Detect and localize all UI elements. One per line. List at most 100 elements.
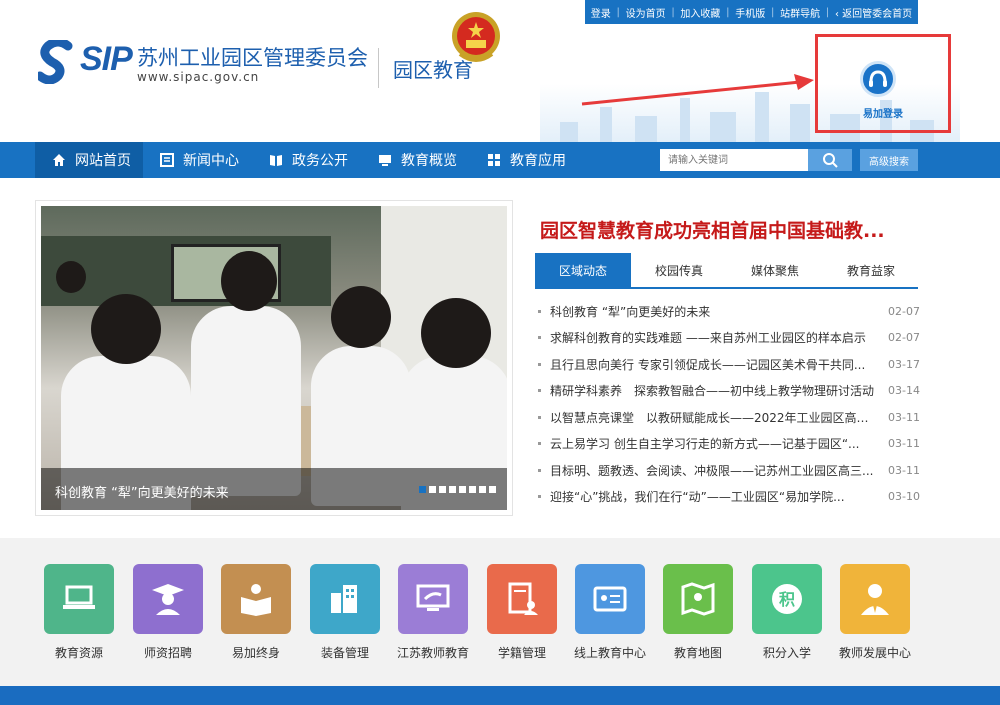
app-label: 教师发展中心: [838, 646, 911, 660]
tab-media[interactable]: 媒体聚焦: [727, 253, 823, 287]
nav-label: 教育概览: [401, 153, 457, 169]
news-title: 科创教育 “犁”向更美好的未来: [550, 304, 711, 319]
bullet: [538, 468, 541, 472]
news-title: 精研学科素养 探索教智融合——初中线上教学物理研讨活动: [550, 384, 875, 399]
nav-item-news[interactable]: 新闻中心: [160, 142, 239, 178]
news-item[interactable]: 且行且思向美行 专家引领促成长——记园区美术骨干共同... 03-17: [538, 351, 920, 378]
app-label: 装备管理: [320, 646, 369, 660]
app-tile: [840, 564, 910, 634]
red-arrow-annotation: [581, 74, 814, 106]
points-icon: 积: [772, 584, 802, 614]
news-item[interactable]: 以智慧点亮课堂 以教研赋能成长——2022年工业园区高中... 03-11: [538, 404, 920, 431]
news-title: 以智慧点亮课堂 以教研赋能成长——2022年工业园区高中...: [550, 410, 876, 425]
app-label: 学籍管理: [497, 646, 546, 660]
nav-label: 政务公开: [292, 153, 348, 169]
slide-dot[interactable]: [449, 486, 456, 493]
footer-band: [0, 686, 1000, 705]
news-date: 03-10: [888, 490, 920, 504]
news-icon: [160, 153, 174, 167]
separator: |: [825, 6, 830, 18]
news-title: 目标明、题教透、会阅读、冲极限——记苏州工业园区高三...: [550, 463, 874, 478]
app-label: 师资招聘: [143, 646, 192, 660]
app-teacher-development-center[interactable]: 教师发展中心: [839, 564, 911, 661]
reader-icon: [241, 584, 271, 616]
apps-icon: [488, 154, 500, 166]
separator: |: [671, 6, 675, 18]
app-education-resources[interactable]: 教育资源: [43, 564, 115, 661]
app-education-map[interactable]: 教育地图: [662, 564, 734, 661]
slide-dot[interactable]: [469, 486, 476, 493]
news-item[interactable]: 科创教育 “犁”向更美好的未来 02-07: [538, 298, 920, 325]
slide-dot[interactable]: [439, 486, 446, 493]
slide-dot[interactable]: [419, 486, 426, 493]
news-date: 03-14: [888, 384, 920, 398]
slide-dot[interactable]: [489, 486, 496, 493]
bullet: [538, 336, 541, 340]
user-icon: [860, 61, 896, 97]
set-homepage-link[interactable]: 设为首页: [626, 5, 666, 20]
mobile-link[interactable]: 手机版: [735, 5, 765, 20]
app-lifelong-learning[interactable]: 易加终身: [220, 564, 292, 661]
login-label: 易加登录: [863, 109, 903, 120]
advanced-search-button[interactable]: 高级搜索: [860, 149, 918, 171]
bullet: [538, 309, 541, 313]
news-item[interactable]: 目标明、题教透、会阅读、冲极限——记苏州工业园区高三... 03-11: [538, 457, 920, 484]
site-name: 苏州工业园区管理委员会: [137, 46, 368, 70]
app-online-education-center[interactable]: 线上教育中心: [574, 564, 646, 661]
nav-label: 教育应用: [510, 153, 566, 169]
slide-dot[interactable]: [479, 486, 486, 493]
app-points-enrollment[interactable]: 积 积分入学: [751, 564, 823, 661]
app-tile: [44, 564, 114, 634]
app-tile: [487, 564, 557, 634]
nav-item-home[interactable]: 网站首页: [35, 142, 143, 178]
nav-item-apps[interactable]: 教育应用: [487, 142, 566, 178]
site-nav-link[interactable]: 站群导航: [780, 5, 820, 20]
app-label: 江苏教师教育: [396, 646, 469, 660]
app-label: 教育地图: [673, 646, 722, 660]
news-slider: 科创教育 “犁”向更美好的未来: [35, 200, 513, 516]
news-date: 03-11: [888, 463, 920, 477]
nav-item-gov-affairs[interactable]: 政务公开: [269, 142, 348, 178]
app-student-records[interactable]: 学籍管理: [486, 564, 558, 661]
tab-regional[interactable]: 区域动态: [535, 253, 631, 287]
news-title: 求解科创教育的实践难题 ——来自苏州工业园区的样本启示: [550, 331, 866, 346]
app-teacher-recruitment[interactable]: 师资招聘: [132, 564, 204, 661]
app-jiangsu-teacher-education[interactable]: 江苏教师教育: [397, 564, 469, 661]
site-url: www.sipac.gov.cn: [137, 70, 260, 84]
news-item[interactable]: 精研学科素养 探索教智融合——初中线上教学物理研讨活动 03-14: [538, 378, 920, 405]
book-icon: [270, 155, 282, 166]
add-favorite-link[interactable]: 加入收藏: [680, 5, 720, 20]
document-user-icon: [508, 582, 538, 615]
news-date: 02-07: [888, 304, 920, 318]
app-label: 积分入学: [762, 646, 811, 660]
news-title: 云上易学习 创生自主学习行走的新方式——记基于园区“...: [550, 437, 860, 452]
slide-dot[interactable]: [429, 486, 436, 493]
login-button[interactable]: 易加登录: [815, 34, 951, 133]
slide-caption[interactable]: 科创教育 “犁”向更美好的未来: [55, 482, 229, 501]
nav-item-overview[interactable]: 教育概览: [378, 142, 457, 178]
news-date: 02-07: [888, 331, 920, 345]
app-label: 教育资源: [54, 646, 103, 660]
app-tile: [221, 564, 291, 634]
section-title: 园区教育: [393, 58, 473, 82]
headline-link[interactable]: 园区智慧教育成功亮相首届中国基础教...: [540, 216, 920, 243]
slide-dot[interactable]: [459, 486, 466, 493]
bullet: [538, 389, 541, 393]
slide-photo[interactable]: [41, 206, 507, 510]
search-button[interactable]: [808, 149, 852, 171]
news-date: 03-17: [888, 357, 920, 371]
tab-campus[interactable]: 校园传真: [631, 253, 727, 287]
news-item[interactable]: 求解科创教育的实践难题 ——来自苏州工业园区的样本启示 02-07: [538, 325, 920, 352]
app-tile: [310, 564, 380, 634]
news-item[interactable]: 迎接“心”挑战，我们在行“动”——工业园区“易加学院... 03-10: [538, 484, 920, 511]
login-link[interactable]: 登录: [591, 5, 611, 20]
news-item[interactable]: 云上易学习 创生自主学习行走的新方式——记基于园区“... 03-11: [538, 431, 920, 458]
laptop-icon: [63, 585, 95, 609]
back-home-link[interactable]: ‹ 返回管委会首页: [835, 5, 912, 20]
app-equipment-management[interactable]: 装备管理: [309, 564, 381, 661]
tab-education-home[interactable]: 教育益家: [823, 253, 919, 287]
screen-hand-icon: [416, 584, 450, 611]
building-icon: [331, 585, 357, 613]
search-input[interactable]: [660, 149, 808, 171]
app-tile: [133, 564, 203, 634]
